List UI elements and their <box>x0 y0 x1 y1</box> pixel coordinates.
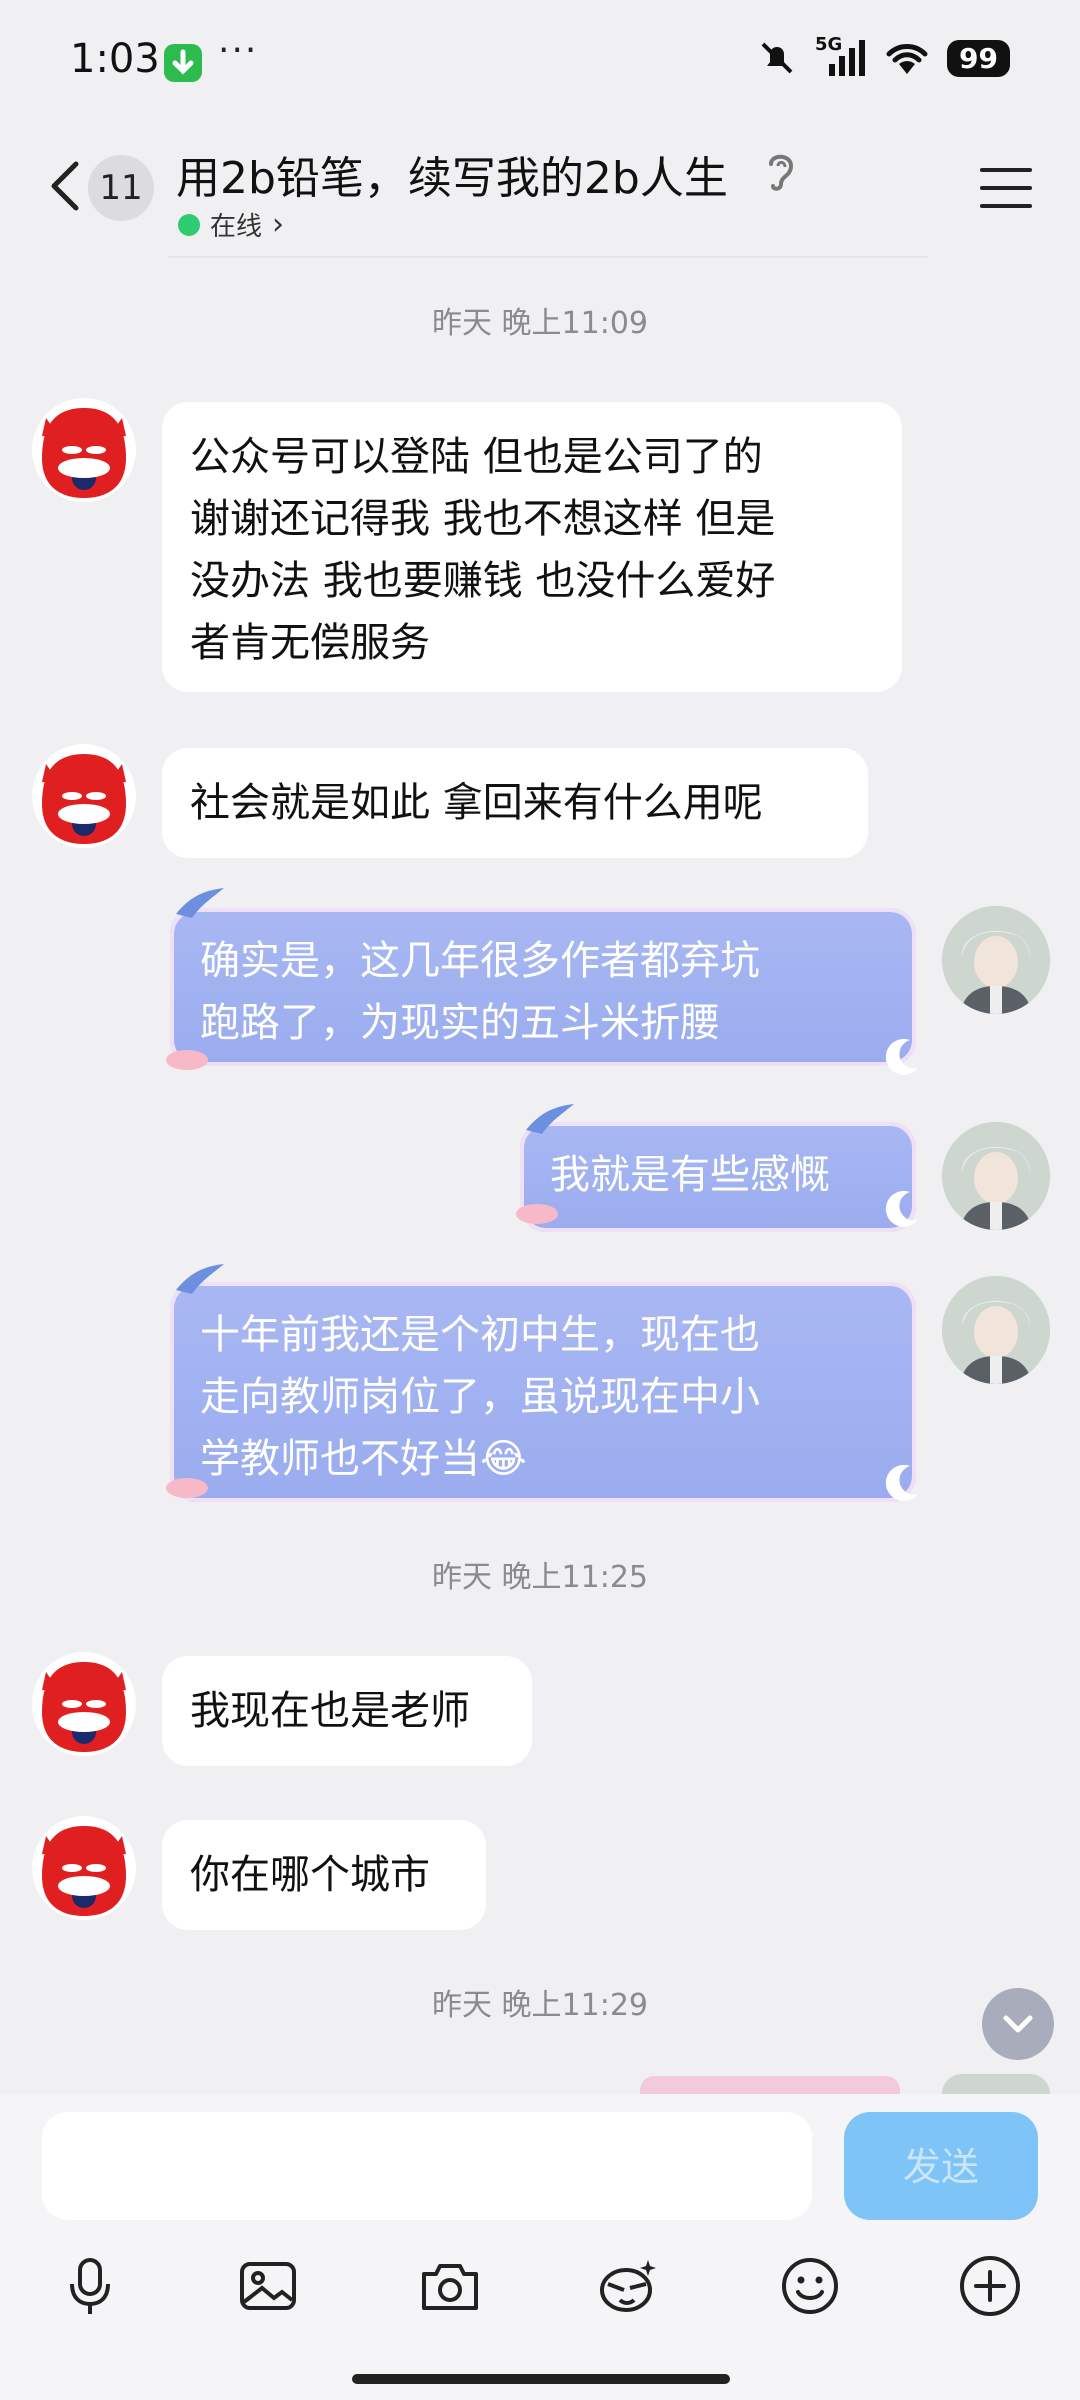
bell-muted-icon <box>761 42 793 74</box>
message-bubble-sent[interactable]: 我就是有些感慨 <box>520 1122 916 1232</box>
message-line: 我现在也是老师 <box>190 1688 470 1734</box>
message-line: 十年前我还是个初中生，现在也 <box>200 1312 760 1358</box>
moon-decoration-icon <box>885 1464 918 1501</box>
chevron-right-icon: › <box>272 207 285 242</box>
cloud-decoration-icon <box>166 1050 208 1070</box>
unread-count-badge[interactable]: 11 <box>88 155 154 221</box>
scroll-down-button[interactable] <box>982 1988 1054 2060</box>
message-line: 跑路了，为现实的五斗米折腰 <box>200 1000 720 1046</box>
status-icons: 5G 99 <box>757 34 1010 78</box>
ear-icon[interactable] <box>763 146 799 196</box>
chat-title[interactable]: 用2b铅笔，续写我的2b人生 <box>176 142 728 206</box>
download-icon <box>164 44 202 82</box>
message-input[interactable] <box>42 2112 812 2220</box>
presence-label: 在线 <box>210 212 263 242</box>
message-line: 学教师也不好当😂 <box>200 1436 527 1482</box>
message-bubble-sent-partial <box>640 2076 900 2094</box>
menu-icon <box>980 168 1032 208</box>
emoji-icon <box>782 2258 838 2314</box>
status-more: ··· <box>218 30 259 71</box>
bird-decoration-icon <box>176 1264 224 1294</box>
my-avatar[interactable] <box>942 1122 1050 1230</box>
my-avatar[interactable] <box>942 1276 1050 1384</box>
presence-status[interactable]: 在线 › <box>178 206 284 243</box>
sticker-button[interactable] <box>596 2254 660 2318</box>
my-avatar[interactable] <box>942 906 1050 1014</box>
message-bubble-received[interactable]: 公众号可以登陆 但也是公司了的 谢谢还记得我 我也不想这样 但是 没办法 我也要… <box>162 402 902 692</box>
message-bubble-received[interactable]: 我现在也是老师 <box>162 1656 532 1766</box>
menu-button[interactable] <box>980 168 1032 210</box>
message-line: 社会就是如此 拿回来有什么用呢 <box>190 780 763 826</box>
avatar[interactable] <box>32 1652 136 1756</box>
camera-icon <box>422 2264 478 2310</box>
message-line: 确实是，这几年很多作者都弃坑 <box>200 938 760 984</box>
message-bubble-received[interactable]: 社会就是如此 拿回来有什么用呢 <box>162 748 868 858</box>
timestamp: 昨天 晚上11:09 <box>432 306 648 341</box>
emoji-button[interactable] <box>778 2254 842 2318</box>
camera-button[interactable] <box>418 2254 482 2318</box>
my-avatar-partial <box>942 2074 1050 2094</box>
bird-decoration-icon <box>176 888 224 918</box>
message-bubble-sent[interactable]: 十年前我还是个初中生，现在也 走向教师岗位了，虽说现在中小 学教师也不好当😂 <box>170 1282 916 1502</box>
signal-icon: 5G <box>815 34 867 78</box>
message-line: 我就是有些感慨 <box>550 1152 830 1198</box>
home-indicator[interactable] <box>352 2374 730 2384</box>
image-button[interactable] <box>236 2254 300 2318</box>
message-line: 没办法 我也要赚钱 也没什么爱好 <box>190 558 776 604</box>
microphone-icon <box>70 2258 110 2314</box>
avatar[interactable] <box>32 1816 136 1920</box>
avatar[interactable] <box>32 398 136 502</box>
timestamp: 昨天 晚上11:29 <box>432 1988 648 2023</box>
online-dot <box>178 213 200 236</box>
status-time: 1:03 <box>70 36 160 82</box>
more-actions-button[interactable] <box>958 2254 1022 2318</box>
battery-indicator: 99 <box>947 39 1010 77</box>
send-button[interactable]: 发送 <box>844 2112 1038 2220</box>
chevron-down-icon <box>1003 2015 1033 2033</box>
message-line: 者肯无偿服务 <box>190 620 430 666</box>
sticker-icon <box>600 2260 656 2312</box>
cloud-decoration-icon <box>516 1204 558 1224</box>
bird-decoration-icon <box>526 1104 574 1134</box>
cloud-decoration-icon <box>166 1478 208 1498</box>
avatar[interactable] <box>32 744 136 848</box>
plus-icon <box>960 2256 1020 2316</box>
message-bubble-sent[interactable]: 确实是，这几年很多作者都弃坑 跑路了，为现实的五斗米折腰 <box>170 908 916 1066</box>
wifi-icon <box>886 44 928 74</box>
message-line: 谢谢还记得我 我也不想这样 但是 <box>190 496 776 542</box>
moon-decoration-icon <box>885 1038 918 1075</box>
message-line: 公众号可以登陆 但也是公司了的 <box>190 434 763 480</box>
header-divider <box>168 256 928 258</box>
microphone-button[interactable] <box>58 2254 122 2318</box>
message-line: 走向教师岗位了，虽说现在中小 <box>200 1374 760 1420</box>
timestamp: 昨天 晚上11:25 <box>432 1560 648 1595</box>
image-icon <box>240 2262 296 2310</box>
message-line: 你在哪个城市 <box>190 1852 430 1898</box>
message-bubble-received[interactable]: 你在哪个城市 <box>162 1820 486 1930</box>
moon-decoration-icon <box>885 1190 918 1227</box>
